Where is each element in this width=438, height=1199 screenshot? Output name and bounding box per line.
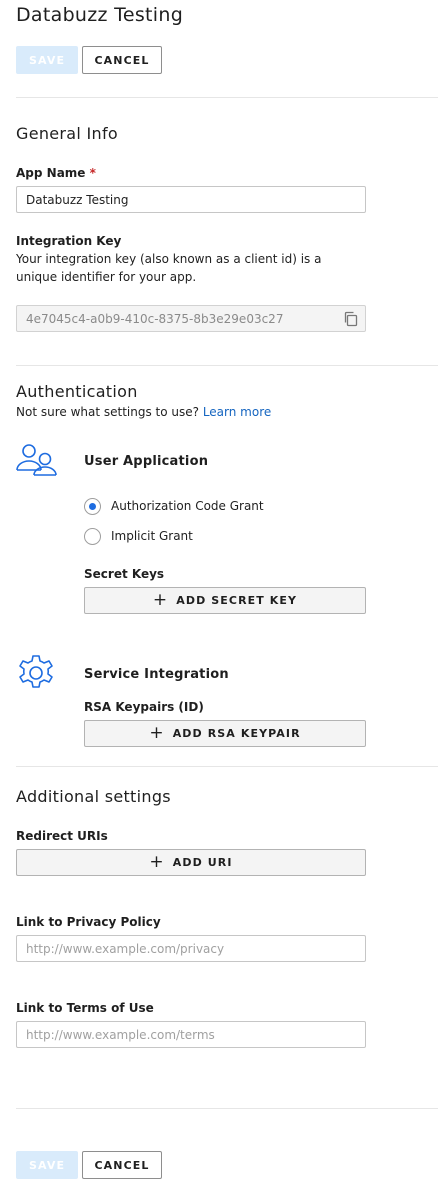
gear-icon [16, 653, 56, 697]
add-uri-button[interactable]: + ADD URI [16, 849, 366, 876]
divider [16, 1108, 438, 1109]
rsa-keypairs-label: RSA Keypairs (ID) [84, 700, 204, 714]
add-secret-key-button[interactable]: + ADD SECRET KEY [84, 587, 366, 614]
service-integration-heading: Service Integration [84, 667, 229, 682]
add-rsa-keypair-button[interactable]: + ADD RSA KEYPAIR [84, 720, 366, 747]
general-info-heading: General Info [16, 124, 119, 143]
add-rsa-keypair-label: ADD RSA KEYPAIR [172, 727, 301, 740]
integration-key-value: 4e7045c4-a0b9-410c-8375-8b3e29e03c27 [26, 311, 284, 326]
integration-key-field[interactable]: 4e7045c4-a0b9-410c-8375-8b3e29e03c27 [16, 305, 366, 332]
redirect-uris-label: Redirect URIs [16, 829, 108, 843]
radio-label: Implicit Grant [111, 529, 193, 543]
secret-keys-label: Secret Keys [84, 567, 165, 581]
radio-label: Authorization Code Grant [111, 499, 264, 513]
radio-implicit-grant[interactable]: Implicit Grant [84, 526, 193, 546]
divider [16, 365, 438, 366]
app-name-label: App Name * [16, 166, 96, 180]
add-secret-key-label: ADD SECRET KEY [176, 594, 298, 607]
divider [16, 97, 438, 98]
user-application-heading: User Application [84, 454, 209, 469]
auth-help-text: Not sure what settings to use? Learn mor… [16, 403, 271, 421]
auth-help-prefix: Not sure what settings to use? [16, 405, 199, 419]
save-button-bottom[interactable]: SAVE [16, 1151, 78, 1179]
copy-icon[interactable] [343, 311, 359, 327]
integration-key-label: Integration Key [16, 234, 122, 248]
app-name-label-text: App Name [16, 166, 86, 180]
page-title: Databuzz Testing [16, 4, 184, 26]
divider [16, 766, 438, 767]
radio-authorization-code-grant[interactable]: Authorization Code Grant [84, 496, 264, 516]
authentication-heading: Authentication [16, 382, 138, 401]
save-button-top[interactable]: SAVE [16, 46, 78, 74]
required-mark: * [89, 166, 96, 180]
privacy-policy-input[interactable] [16, 935, 366, 962]
plus-icon: + [152, 590, 169, 610]
plus-icon: + [149, 723, 165, 743]
users-icon [16, 443, 58, 481]
add-uri-label: ADD URI [172, 856, 233, 869]
terms-of-use-input[interactable] [16, 1021, 366, 1048]
privacy-policy-label: Link to Privacy Policy [16, 915, 161, 929]
learn-more-link[interactable]: Learn more [203, 405, 271, 419]
app-name-input[interactable] [16, 186, 366, 213]
terms-of-use-label: Link to Terms of Use [16, 1001, 154, 1015]
radio-button[interactable] [84, 527, 101, 545]
plus-icon: + [149, 852, 165, 872]
cancel-button-bottom[interactable]: CANCEL [82, 1151, 162, 1179]
cancel-button-top[interactable]: CANCEL [82, 46, 162, 74]
radio-button-checked[interactable] [84, 497, 101, 515]
additional-settings-heading: Additional settings [16, 787, 171, 806]
integration-key-description: Your integration key (also known as a cl… [16, 252, 322, 284]
